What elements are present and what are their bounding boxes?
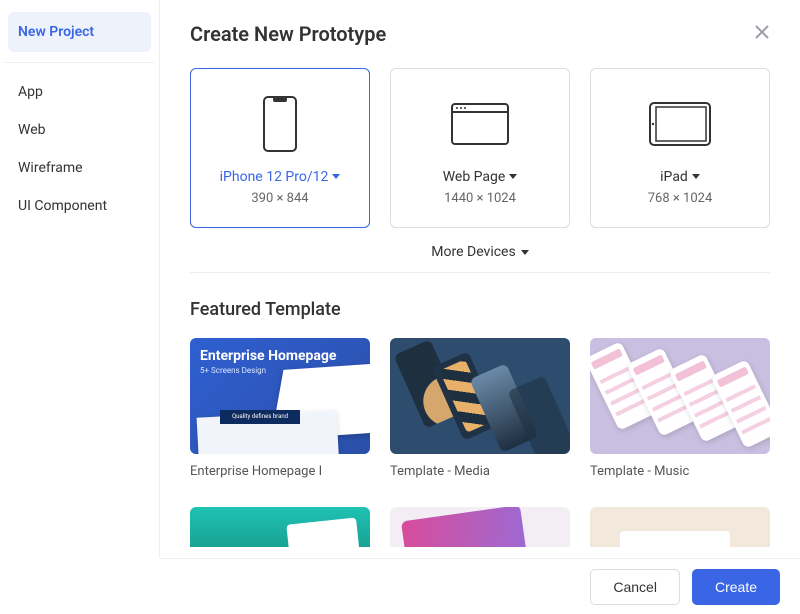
more-devices-label: More Devices (431, 244, 515, 260)
sidebar: New Project App Web Wireframe UI Compone… (0, 0, 160, 558)
template-card-music[interactable]: Template - Music (590, 338, 770, 479)
page-title: Create New Prototype (190, 22, 386, 46)
sidebar-item-wireframe[interactable]: Wireframe (0, 149, 159, 187)
divider (190, 272, 770, 273)
sidebar-item-app[interactable]: App (0, 73, 159, 111)
browser-icon (451, 91, 509, 157)
template-label: Template - Music (590, 464, 770, 479)
chevron-down-icon (509, 174, 517, 179)
template-thumbnail: Enterprise Homepage 5+ Screens Design Qu… (190, 338, 370, 454)
thumb-title: Enterprise Homepage (200, 348, 337, 364)
template-label: Template - Media (390, 464, 570, 479)
sidebar-item-ui-component[interactable]: UI Component (0, 187, 159, 225)
close-button[interactable] (754, 24, 770, 45)
close-icon (754, 24, 770, 40)
template-card-partial[interactable] (590, 507, 770, 547)
device-dimensions: 390 × 844 (251, 191, 308, 206)
sidebar-tab-new-project[interactable]: New Project (8, 12, 151, 52)
device-name-dropdown[interactable]: Web Page (443, 169, 518, 185)
template-card-partial[interactable] (190, 507, 370, 547)
device-name: iPad (660, 169, 688, 185)
device-name: Web Page (443, 169, 506, 185)
footer: Cancel Create (160, 558, 800, 614)
template-thumbnail (390, 338, 570, 454)
tablet-icon (649, 91, 711, 157)
main-panel: Create New Prototype iPhone 12 Pro/12 39… (160, 0, 800, 558)
device-dimensions: 1440 × 1024 (444, 191, 516, 206)
chevron-down-icon (692, 174, 700, 179)
chevron-down-icon (521, 250, 529, 255)
template-grid: Enterprise Homepage 5+ Screens Design Qu… (190, 338, 770, 479)
device-card-web[interactable]: Web Page 1440 × 1024 (390, 68, 570, 228)
device-dimensions: 768 × 1024 (648, 191, 713, 206)
featured-template-title: Featured Template (190, 299, 770, 320)
phone-icon (263, 91, 297, 157)
device-picker: iPhone 12 Pro/12 390 × 844 Web Page 1440… (190, 68, 770, 228)
template-grid-row2 (190, 507, 770, 547)
template-card-enterprise[interactable]: Enterprise Homepage 5+ Screens Design Qu… (190, 338, 370, 479)
thumb-subtitle: 5+ Screens Design (200, 366, 266, 375)
device-card-iphone[interactable]: iPhone 12 Pro/12 390 × 844 (190, 68, 370, 228)
device-card-ipad[interactable]: iPad 768 × 1024 (590, 68, 770, 228)
sidebar-item-web[interactable]: Web (0, 111, 159, 149)
template-label: Enterprise Homepage I (190, 464, 370, 479)
device-name-dropdown[interactable]: iPad (660, 169, 700, 185)
device-name: iPhone 12 Pro/12 (220, 169, 329, 185)
cancel-button[interactable]: Cancel (590, 569, 680, 605)
sidebar-divider (4, 62, 155, 63)
template-card-partial[interactable] (390, 507, 570, 547)
more-devices-button[interactable]: More Devices (190, 242, 770, 272)
chevron-down-icon (332, 174, 340, 179)
template-thumbnail (590, 338, 770, 454)
create-button[interactable]: Create (692, 569, 780, 605)
template-card-media[interactable]: Template - Media (390, 338, 570, 479)
device-name-dropdown[interactable]: iPhone 12 Pro/12 (220, 169, 341, 185)
